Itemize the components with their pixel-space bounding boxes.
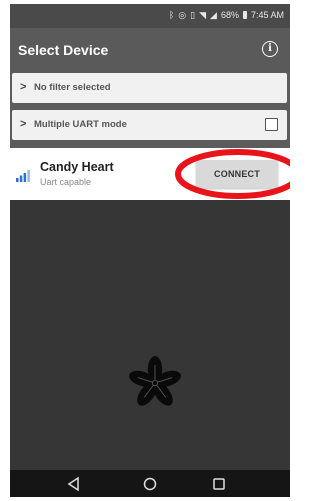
signal-strength-icon xyxy=(16,170,30,182)
page-title: Select Device xyxy=(18,42,109,58)
adafruit-flower-logo xyxy=(129,356,181,406)
status-icons: ᛒ ◎ ▯ ◥ ◢ 68% 7:45 AM xyxy=(169,10,284,20)
uart-mode-label: Multiple UART mode xyxy=(34,119,127,130)
device-subtitle: Uart capable xyxy=(40,177,92,187)
wifi-icon: ◥ xyxy=(199,10,207,20)
vibrate-icon: ▯ xyxy=(190,10,196,20)
app-bar: Select Device i xyxy=(10,28,290,72)
bluetooth-icon: ᛒ xyxy=(168,10,175,20)
battery-icon xyxy=(242,11,247,19)
battery-percent: 68% xyxy=(220,10,239,20)
filter-label: No filter selected xyxy=(34,82,111,93)
uart-mode-row[interactable]: > Multiple UART mode xyxy=(12,110,287,140)
signal-icon: ◢ xyxy=(210,10,217,20)
device-name: Candy Heart xyxy=(40,160,114,174)
status-time: 7:45 AM xyxy=(250,10,284,20)
scan-settings-panel: > No filter selected > Multiple UART mod… xyxy=(10,72,290,148)
recents-icon[interactable] xyxy=(211,476,227,492)
info-icon[interactable]: i xyxy=(262,41,278,57)
chevron-right-icon: > xyxy=(20,81,27,93)
back-icon[interactable] xyxy=(66,476,82,492)
phone-screen: ᛒ ◎ ▯ ◥ ◢ 68% 7:45 AM Select Device i > … xyxy=(10,4,290,497)
chevron-right-icon: > xyxy=(20,118,27,130)
navigation-bar xyxy=(10,470,290,497)
alarm-icon: ◎ xyxy=(178,10,187,20)
status-bar: ᛒ ◎ ▯ ◥ ◢ 68% 7:45 AM xyxy=(10,4,290,28)
filter-row[interactable]: > No filter selected xyxy=(12,73,287,103)
home-icon[interactable] xyxy=(142,476,158,492)
connect-button[interactable]: CONNECT xyxy=(196,160,278,188)
device-list-item[interactable]: Candy Heart Uart capable CONNECT xyxy=(10,148,290,200)
uart-mode-checkbox[interactable] xyxy=(265,118,278,131)
